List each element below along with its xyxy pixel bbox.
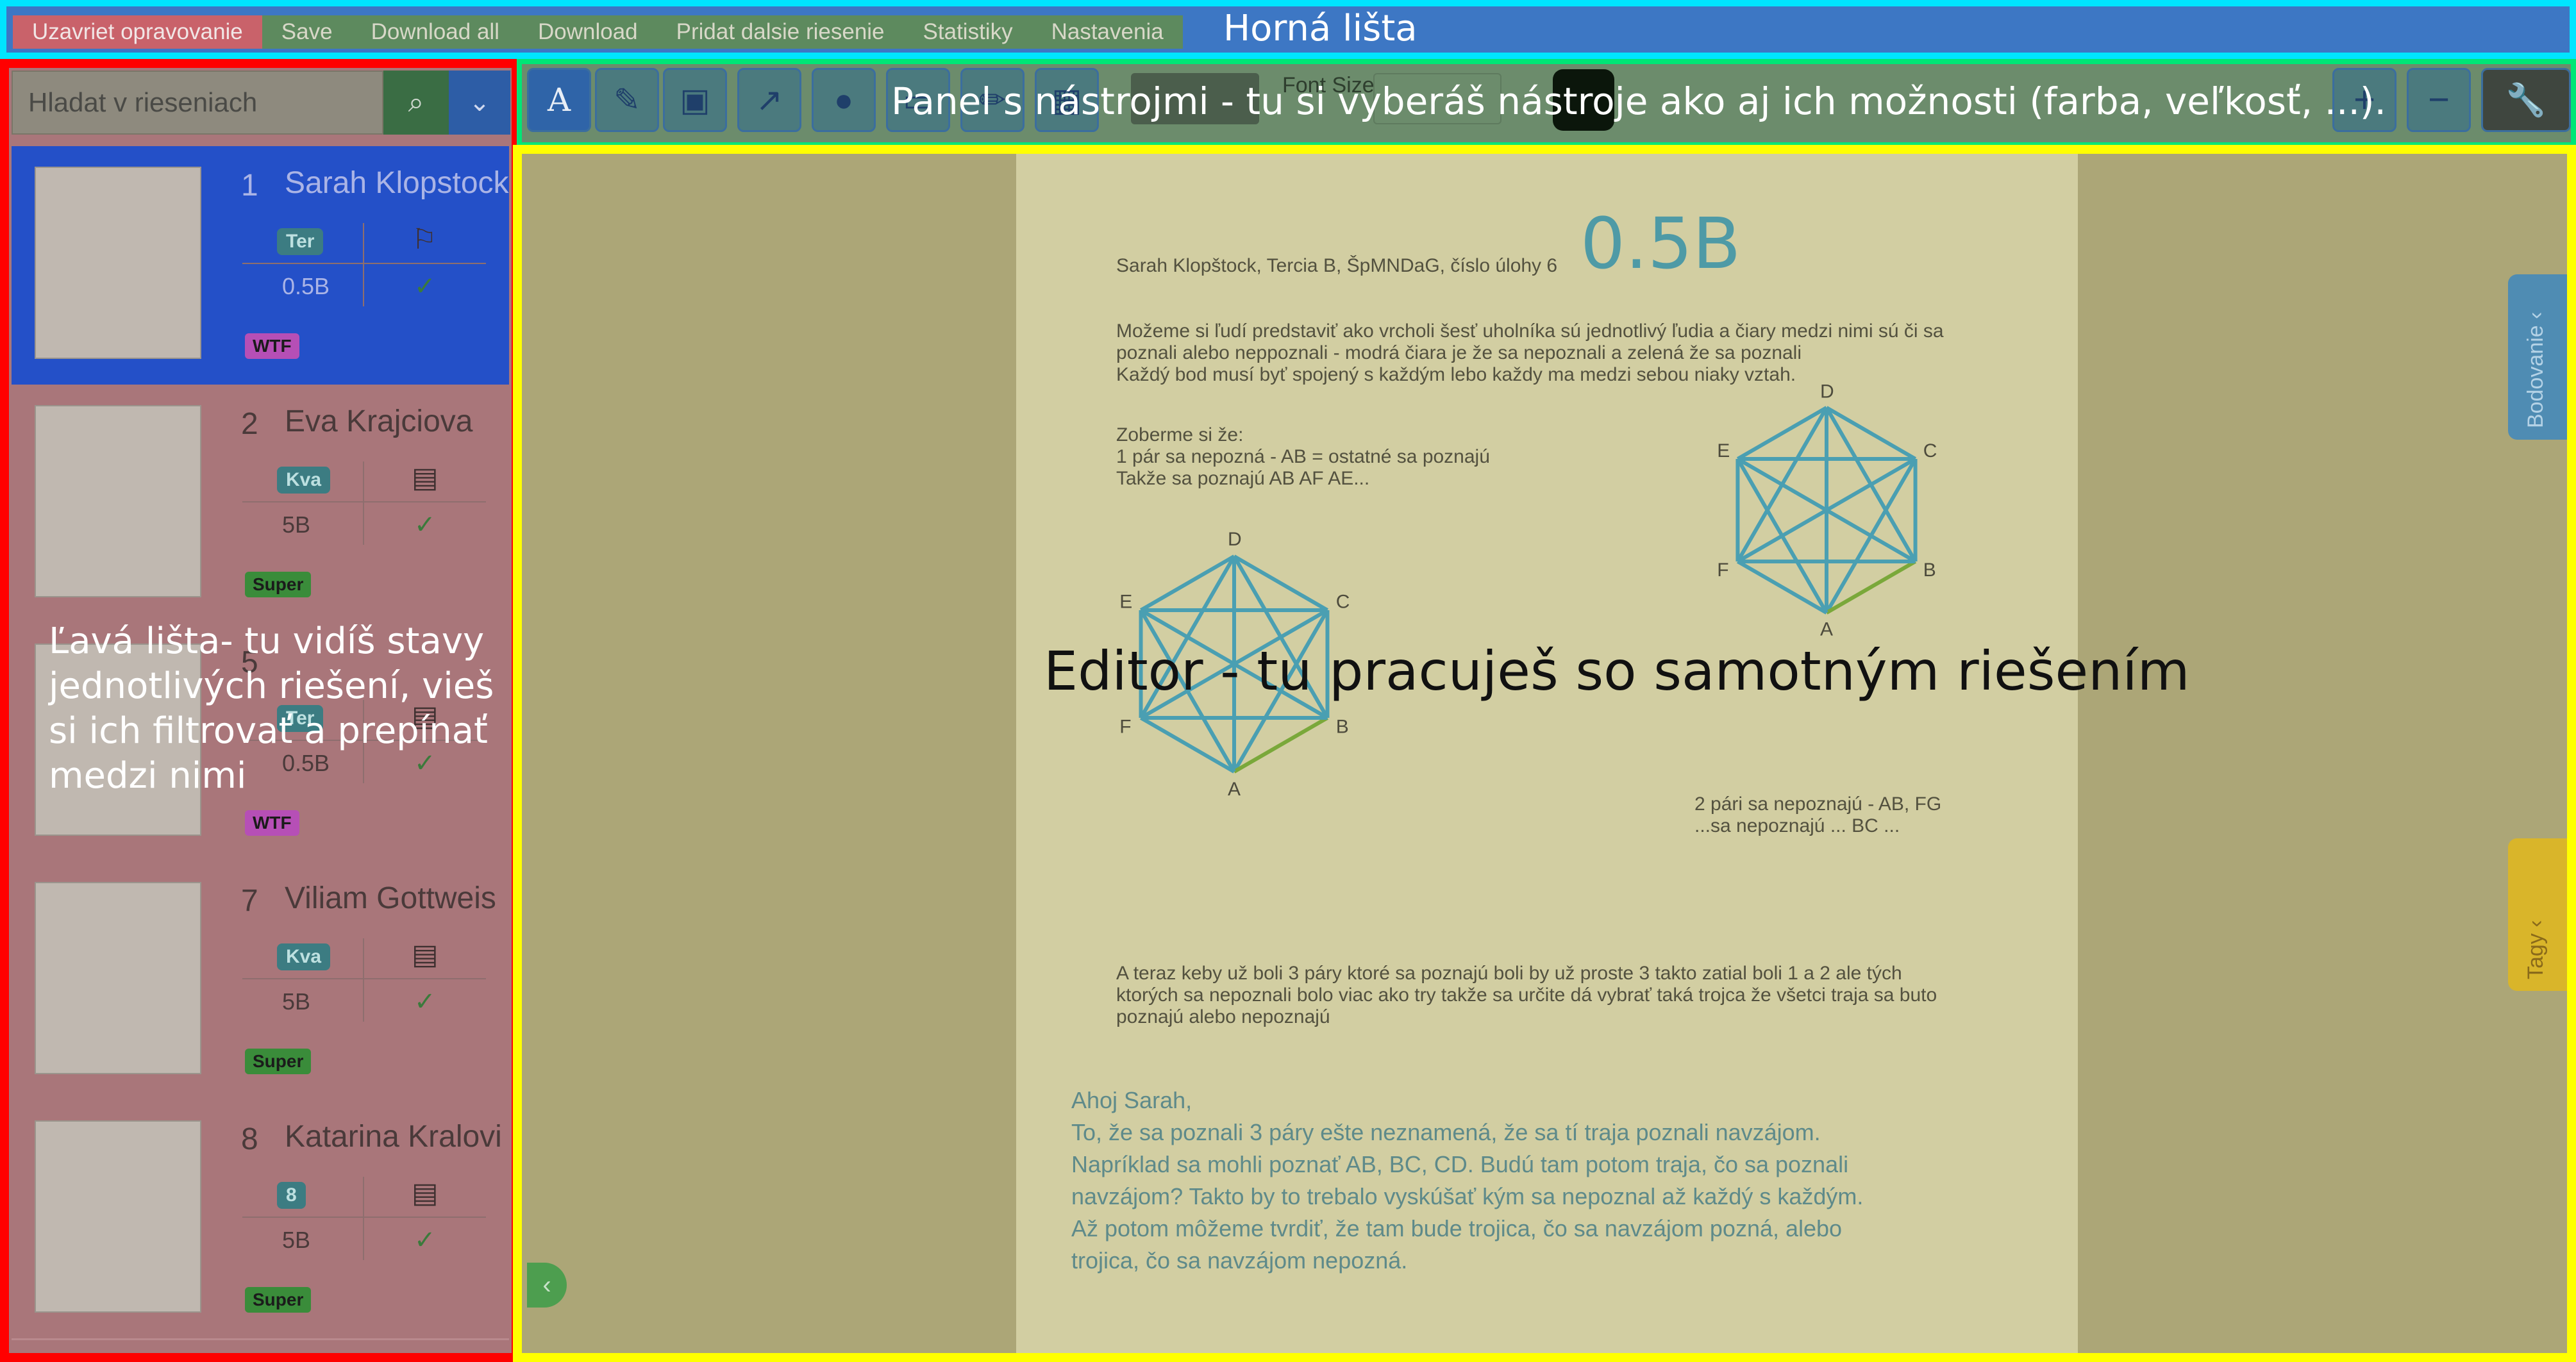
download-all-menu-item[interactable]: Download all [351,15,519,49]
teacher-comment: Ahoj Sarah, To, že sa poznali 3 páry ešte… [1071,1087,1864,1274]
student-name: Sarah Klopstock [285,166,509,200]
vertex-label: C [1336,592,1350,613]
submission-item[interactable]: 8 Katarina Kralovi 8 5B ▤ ✓ Super [12,1100,509,1340]
add-solution-menu-item[interactable]: Pridat dalsie riesenie [657,15,904,49]
comment-icon: ▤ [412,939,439,970]
check-icon: ✓ [414,511,436,539]
tags-tab-label: Tagy [2523,933,2548,979]
class-badge: 8 [277,1182,306,1209]
vertex-label: E [1119,592,1132,613]
submission-number: 2 [241,407,258,441]
submission-score: 5B [282,988,311,1015]
submission-score: 0.5B [282,273,330,299]
annotation-top: Horná lišta [1223,8,1418,49]
status-tag: Super [245,572,312,597]
vertex-label: F [1717,560,1728,581]
submission-item[interactable]: 7 Viliam Gottweis Kva 5B ▤ ✓ Super [12,861,509,1102]
submission-thumbnail [35,882,201,1074]
editor-area[interactable]: Sarah Klopštock, Tercia B, ŠpMNDaG, čísl… [521,147,2576,1362]
download-menu-item[interactable]: Download [518,15,657,49]
annotation-editor: Editor - tu pracuješ so samotným riešení… [1044,640,2190,702]
comment-icon: ▤ [412,462,439,494]
status-tag: Super [245,1287,312,1313]
top-menu: Uzavriet opravovanie Save Download all D… [13,15,1183,49]
submission-item[interactable]: 1 Sarah Klopstock Ter 0.5B ⚐ ✓ WTF [12,146,509,386]
vertex-label: B [1923,560,1936,581]
submission-number: 8 [241,1122,258,1156]
submission-number: 7 [241,884,258,918]
student-name: Katarina Kralovi [285,1120,502,1154]
arrow-tool-icon[interactable]: ↗ [737,68,801,132]
submission-thumbnail [35,167,201,359]
status-tag: Super [245,1049,312,1074]
annotation-toolbar: Panel s nástrojmi - tu si vyberáš nástro… [891,79,2386,123]
class-badge: Kva [277,943,331,970]
add-image-icon[interactable]: ▣ [663,68,727,132]
status-tag: WTF [245,333,299,359]
paragraph-3: 2 pári sa nepoznajú - AB, FG ...sa nepozn… [1694,793,1942,836]
tags-tab[interactable]: Tagy ‹ [2508,838,2567,991]
vertex-label: E [1717,440,1730,461]
student-name: Eva Krajciova [285,404,473,438]
submission-score: 5B [282,511,311,538]
edit-tool-icon[interactable]: ✎ [595,68,659,132]
vertex-label: B [1336,716,1349,737]
comment-icon: ▤ [412,1177,439,1209]
vertex-label: D [1228,529,1242,550]
submission-thumbnail [35,1120,201,1313]
class-badge: Ter [277,228,324,255]
grading-tab-label: Bodovanie [2523,325,2548,428]
student-name: Viliam Gottweis [285,881,496,915]
vertex-label: D [1820,381,1834,402]
flag-icon: ⚐ [412,224,437,255]
paragraph-4: A teraz keby už boli 3 páry ktoré sa poz… [1116,963,1937,1027]
submission-item[interactable]: 2 Eva Krajciova Kva 5B ▤ ✓ Super [12,385,509,625]
grading-tab[interactable]: Bodovanie ‹ [2508,274,2567,440]
vertex-label: A [1228,779,1241,800]
submission-thumbnail [35,405,201,597]
circle-tool-icon[interactable]: ● [812,68,876,132]
statistics-menu-item[interactable]: Statistiky [903,15,1032,49]
search-icon[interactable]: ⌕ [383,71,449,135]
search-input[interactable]: Hladat v rieseniach [12,71,383,135]
status-tag: WTF [245,810,299,836]
vertex-label: A [1820,619,1833,640]
document-page[interactable]: Sarah Klopštock, Tercia B, ŠpMNDaG, čísl… [1016,153,2078,1362]
vertex-label: C [1923,440,1937,461]
check-icon: ✓ [414,272,436,301]
annotation-left: Ľavá lišta- tu vidíš stavy jednotlivých r… [49,620,494,797]
check-icon: ✓ [414,1226,436,1254]
chevron-left-icon[interactable]: ‹ [527,1263,567,1308]
class-badge: Kva [277,467,331,494]
settings-menu-item[interactable]: Nastavenia [1032,15,1183,49]
check-icon: ✓ [414,988,436,1016]
wrench-icon[interactable]: 🔧 [2481,68,2571,132]
submission-score: 5B [282,1227,311,1253]
close-grading-menu-item[interactable]: Uzavriet opravovanie [13,15,262,49]
vertex-label: F [1119,716,1131,737]
save-menu-item[interactable]: Save [262,15,352,49]
chevron-down-icon[interactable]: ⌄ [449,71,510,135]
submission-number: 1 [241,169,258,203]
zoom-out-icon[interactable]: − [2407,68,2471,132]
text-tool-icon[interactable]: A [527,68,591,132]
